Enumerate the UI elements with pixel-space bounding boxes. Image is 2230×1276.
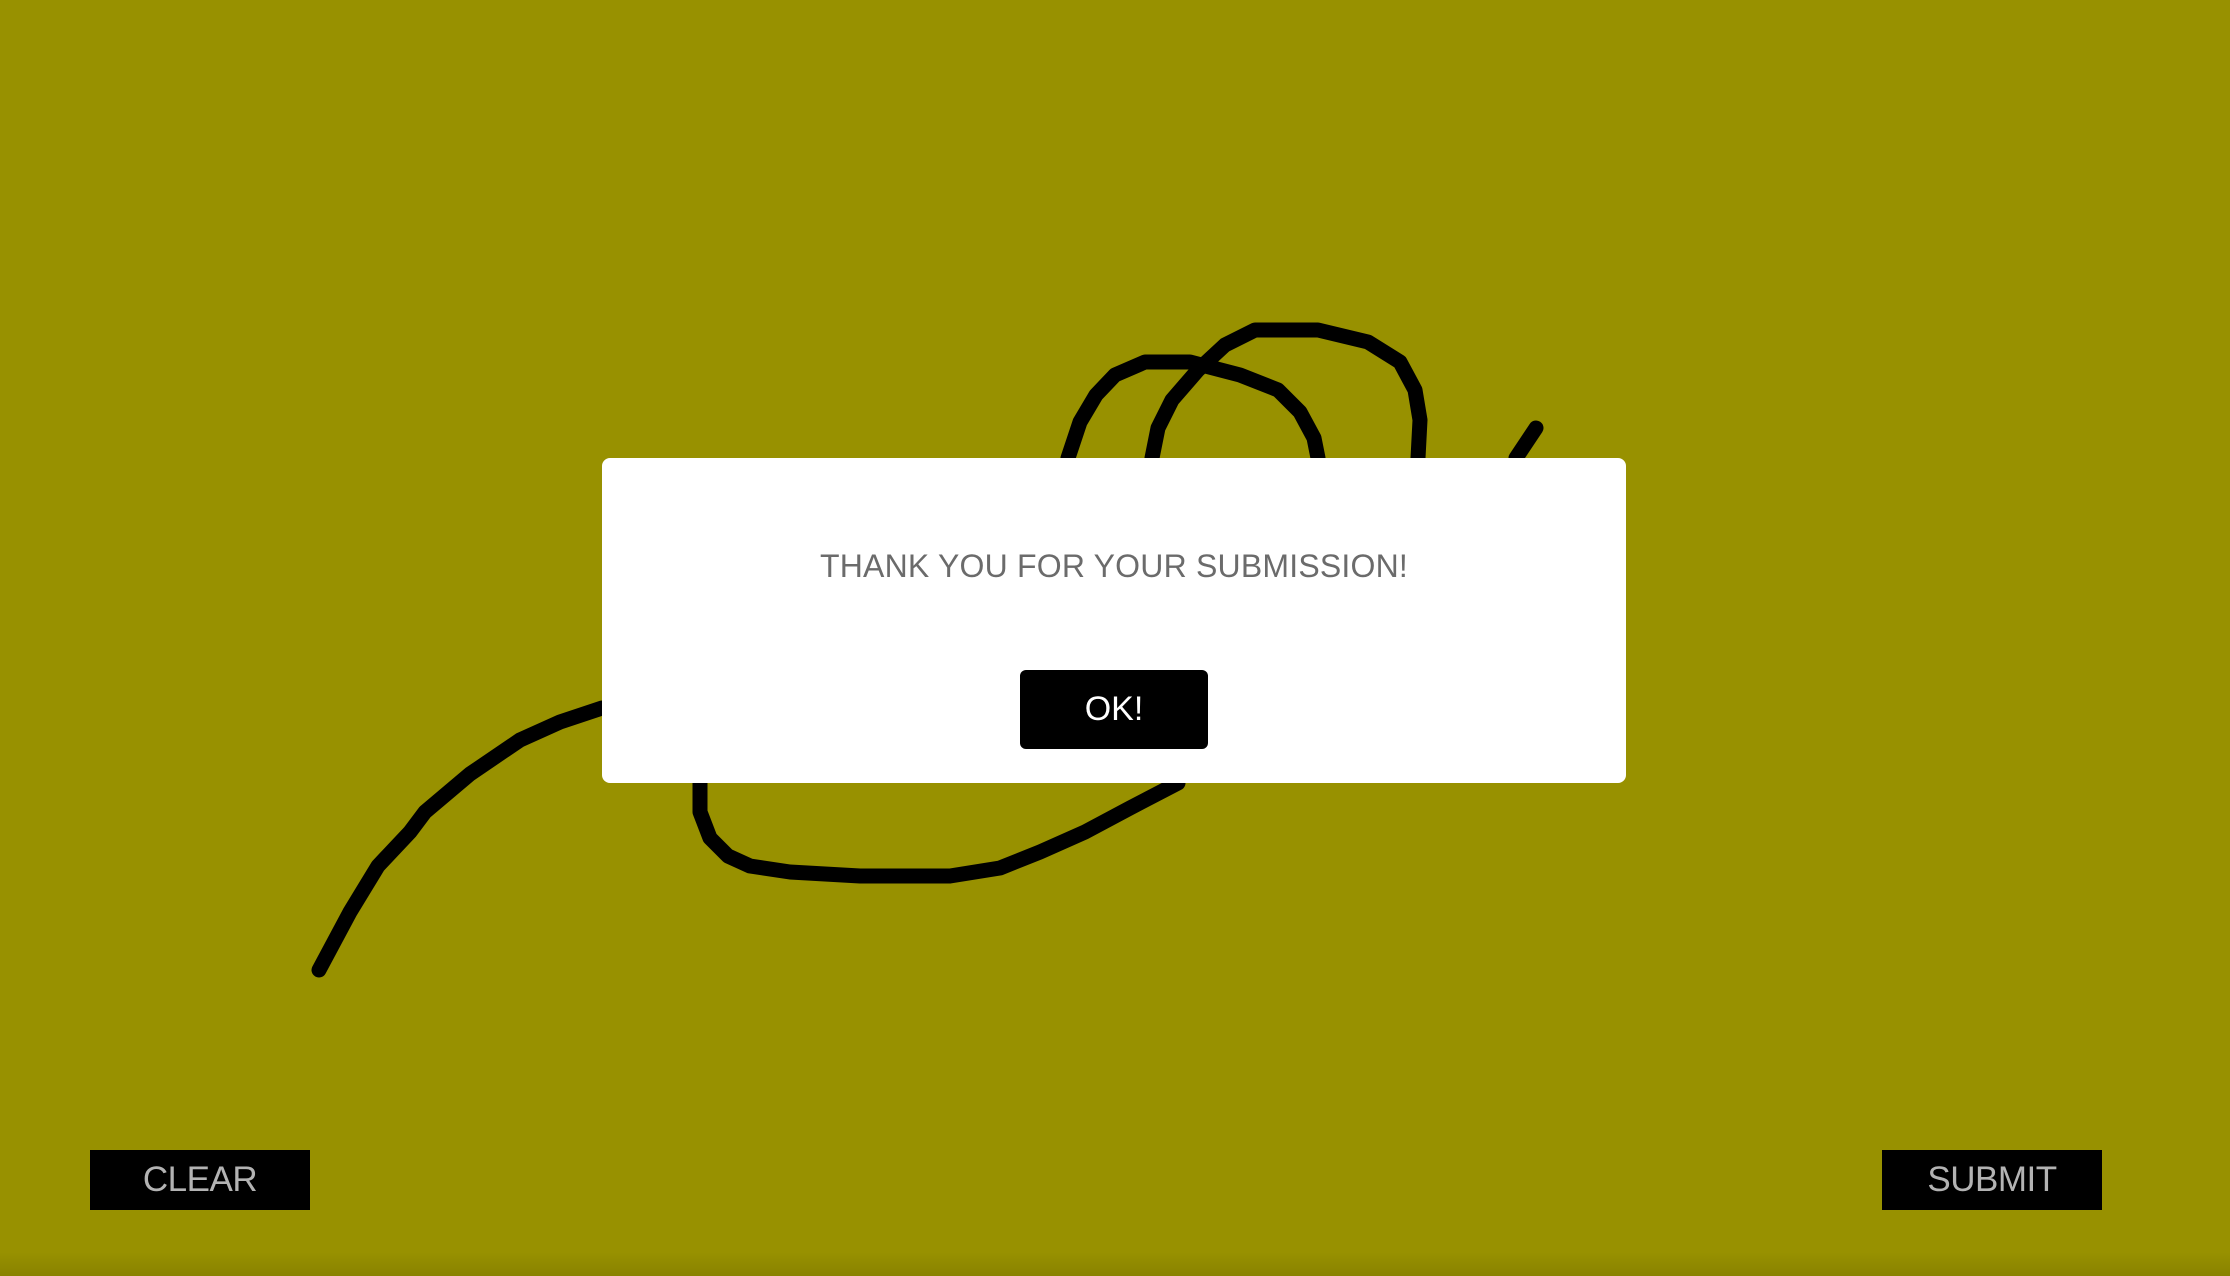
drawn-stroke [311,700,610,978]
submit-button[interactable]: SUBMIT [1882,1150,2102,1210]
ok-button-label: OK! [1084,690,1144,728]
drawn-stroke-tail [1508,420,1544,466]
clear-button[interactable]: CLEAR [90,1150,310,1210]
dialog-message: THANK YOU FOR YOUR SUBMISSION! [819,548,1408,584]
clear-button-label: CLEAR [142,1160,258,1199]
submit-button-label: SUBMIT [1927,1160,2057,1199]
drawn-stroke-lower-loop [692,775,1186,884]
ok-button[interactable]: OK! [1020,670,1208,749]
confirmation-dialog: THANK YOU FOR YOUR SUBMISSION! OK! [602,458,1626,783]
bottom-shadow [0,1252,2230,1276]
drawing-board[interactable]: CLEAR SUBMIT THANK YOU FOR YOUR SUBMISSI… [0,0,2230,1276]
